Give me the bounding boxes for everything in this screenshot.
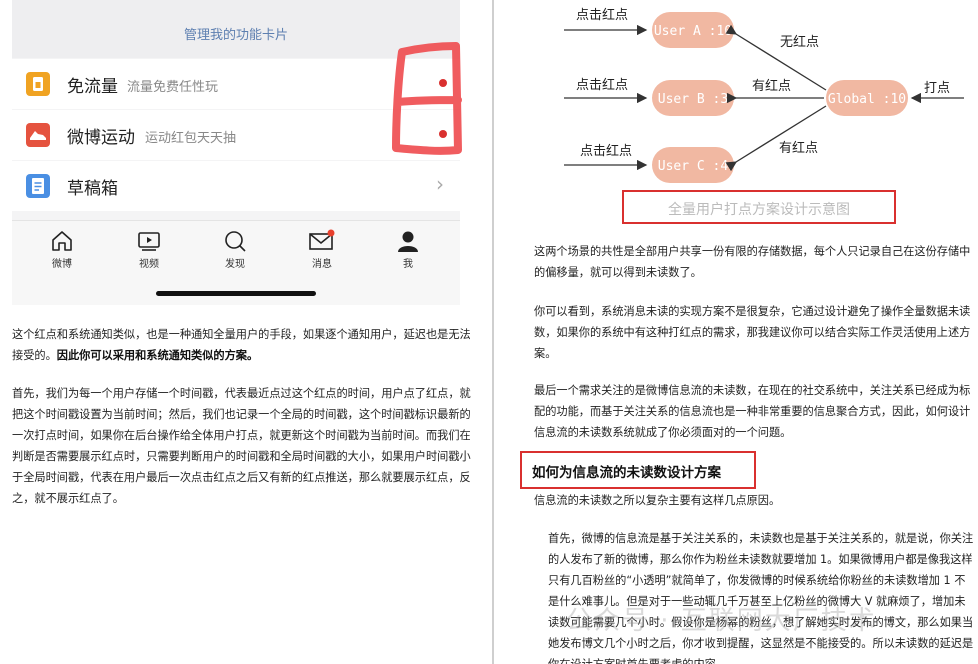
tab-label: 视频 (139, 259, 159, 270)
tab-video[interactable]: 视频 (119, 229, 179, 270)
tab-weibo[interactable]: 微博 (32, 229, 92, 270)
tab-discover[interactable]: 发现 (205, 229, 265, 270)
red-annotation-mark (392, 42, 462, 155)
menu-row-drafts[interactable]: 草稿箱 › (12, 161, 460, 211)
caption-box: 全量用户打点方案设计示意图 (622, 190, 896, 224)
home-indicator (156, 291, 316, 296)
section-heading: 如何为信息流的未读数设计方案 (532, 465, 721, 481)
sim-card-icon (26, 72, 50, 96)
user-node-label: User B :3 (658, 92, 728, 107)
menu-subtitle: 运动红包天天抽 (145, 131, 237, 146)
tab-messages[interactable]: 消息 (292, 229, 352, 270)
phone-screenshot: 管理我的功能卡片 免流量 流量免费任性玩 微博运动 运动红包天天抽 草稿箱 › (12, 0, 462, 305)
paragraph: 信息流的未读数之所以复杂主要有这样几点原因。 (534, 494, 781, 507)
input-label: 点击红点 (576, 77, 628, 93)
mail-icon (309, 229, 335, 250)
global-node-label: Global :10 (828, 92, 906, 107)
edge-label: 有红点 (752, 78, 791, 94)
menu-title: 免流量 (67, 77, 118, 97)
watermark: 公众号 · 互联网大厂技术 (566, 606, 877, 636)
paragraph: 这个红点和系统通知类似，也是一种通知全量用户的手段，如果逐个通知用户，延迟也是无… (12, 324, 472, 366)
tab-label: 消息 (312, 259, 332, 270)
user-node-label: User C :4 (658, 159, 729, 174)
search-icon (225, 231, 246, 252)
paragraph: 首先，我们为每一个用户存储一个时间戳，代表最近点过这个红点的时间，用户点了红点，… (12, 387, 471, 505)
edge-label: 有红点 (779, 140, 818, 156)
menu-title: 微博运动 (67, 128, 135, 148)
user-node-label: User A :10 (654, 24, 732, 39)
video-icon (138, 232, 160, 251)
paragraph: 你可以看到，系统消息未读的实现方案不是很复杂，它通过设计避免了操作全量数据未读数… (534, 305, 971, 360)
input-label: 点击红点 (580, 143, 632, 159)
sneaker-icon (26, 123, 50, 147)
paragraph-bold-text: 因此你可以采用和系统通知类似的方案。 (56, 349, 259, 362)
paragraph: 首先，微博的信息流是基于关注关系的，未读数也是基于关注关系的，就是说，你关注的人… (548, 532, 974, 664)
tab-label: 微博 (52, 259, 72, 270)
left-page: 管理我的功能卡片 免流量 流量免费任性玩 微博运动 运动红包天天抽 草稿箱 › (0, 0, 492, 664)
tab-me[interactable]: 我 (378, 229, 438, 270)
menu-title: 草稿箱 (67, 179, 118, 199)
paragraph: 这两个场景的共性是全部用户共享一份有限的存储数据，每个人只记录自己在这份存储中的… (534, 245, 971, 279)
section-heading-box: 如何为信息流的未读数设计方案 (520, 451, 756, 489)
home-icon (52, 231, 72, 251)
dot-label: 打点 (924, 81, 950, 96)
figure-caption: 全量用户打点方案设计示意图 (668, 202, 850, 218)
person-icon (398, 231, 418, 252)
tab-label: 我 (403, 259, 413, 270)
draft-doc-icon (26, 174, 50, 198)
right-page: 点击红点 点击红点 点击红点 User A :10 User B :3 User… (494, 0, 978, 664)
edge-label: 无红点 (780, 34, 819, 50)
red-dot-diagram: 点击红点 点击红点 点击红点 User A :10 User B :3 User… (564, 7, 964, 183)
input-label: 点击红点 (576, 7, 628, 23)
chevron-right-icon: › (436, 172, 444, 196)
bottom-tab-bar: 微博 视频 发现 消息 我 (12, 220, 460, 305)
paragraph: 最后一个需求关注的是微博信息流的未读数，在现在的社交系统中，关注关系已经成为标配… (534, 384, 971, 439)
menu-subtitle: 流量免费任性玩 (127, 80, 219, 95)
tab-label: 发现 (225, 259, 245, 270)
